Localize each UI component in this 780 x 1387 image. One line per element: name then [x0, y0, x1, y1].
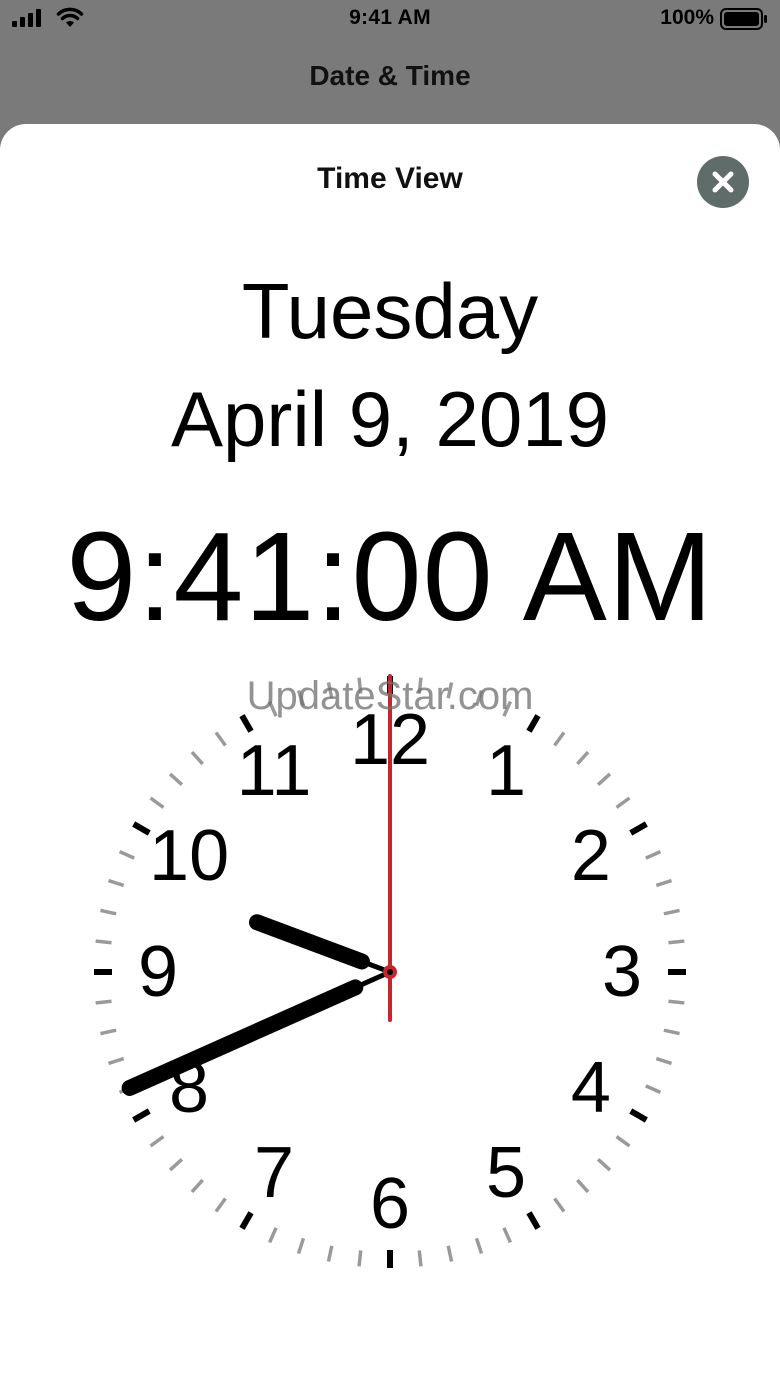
minor-tick — [214, 1197, 227, 1213]
clock-numeral: 2 — [571, 816, 611, 896]
minor-tick — [663, 1028, 680, 1036]
major-tick — [526, 1211, 541, 1230]
analog-clock: 12 1234567891011 — [94, 674, 686, 1268]
nav-title: Date & Time — [309, 60, 471, 91]
minor-tick — [446, 682, 454, 699]
minor-tick — [576, 1178, 590, 1194]
minor-tick — [168, 1158, 184, 1172]
clock-numeral: 6 — [370, 1164, 410, 1244]
minor-tick — [107, 1056, 125, 1066]
minor-tick — [214, 731, 227, 747]
minor-tick — [168, 772, 184, 786]
minor-tick — [107, 878, 125, 888]
minor-tick — [118, 850, 135, 860]
major-tick — [629, 1108, 648, 1123]
minor-tick — [95, 999, 112, 1005]
minor-tick — [645, 850, 662, 860]
clock-numeral: 1 — [486, 731, 526, 811]
minor-tick — [596, 1158, 612, 1172]
minor-tick — [502, 700, 512, 717]
clock-numeral: 4 — [571, 1048, 611, 1128]
minor-tick — [326, 682, 334, 699]
clock-numeral: 3 — [602, 932, 642, 1012]
minor-tick — [576, 750, 590, 766]
status-bar: 9:41 AM 100% — [0, 0, 780, 40]
minor-tick — [296, 1237, 306, 1255]
minor-tick — [446, 1245, 454, 1262]
minor-tick — [645, 1084, 662, 1094]
screen: 9:41 AM 100% Date & Time Time View Tuesd… — [0, 0, 780, 1387]
hour-hand — [248, 914, 370, 970]
minor-tick — [668, 999, 685, 1005]
minor-tick — [553, 1197, 566, 1213]
minor-tick — [668, 939, 685, 945]
minor-tick — [474, 1237, 484, 1255]
minor-tick — [296, 689, 306, 707]
minor-tick — [268, 1227, 278, 1244]
minor-tick — [100, 908, 117, 916]
minor-tick — [326, 1245, 334, 1262]
minor-tick — [190, 750, 204, 766]
clock-numeral: 5 — [486, 1133, 526, 1213]
major-tick — [132, 821, 151, 836]
minor-tick — [100, 1028, 117, 1036]
major-tick — [239, 1211, 254, 1230]
minor-tick — [268, 700, 278, 717]
major-tick — [526, 714, 541, 733]
clock-numeral: 9 — [138, 932, 178, 1012]
clock-numeral: 7 — [254, 1133, 294, 1213]
minor-tick — [502, 1227, 512, 1244]
clock-numeral: 11 — [237, 731, 312, 811]
minor-tick — [553, 731, 566, 747]
minor-tick — [417, 1250, 423, 1267]
minor-tick — [655, 1056, 673, 1066]
major-tick — [239, 714, 254, 733]
major-tick — [629, 821, 648, 836]
minor-tick — [190, 1178, 204, 1194]
minor-tick — [474, 689, 484, 707]
minor-tick — [357, 677, 363, 694]
minor-tick — [95, 939, 112, 945]
battery-percent: 100% — [660, 6, 714, 29]
battery-icon — [720, 8, 767, 30]
clock-numeral: 10 — [149, 816, 229, 896]
minor-tick — [596, 772, 612, 786]
minor-tick — [149, 1135, 165, 1148]
minor-tick — [357, 1250, 363, 1267]
time-view-sheet: Time View Tuesday April 9, 2019 9:41:00 … — [0, 124, 780, 1387]
minor-tick — [615, 1135, 631, 1148]
minor-tick — [615, 796, 631, 809]
major-tick — [132, 1108, 151, 1123]
minor-tick — [417, 677, 423, 694]
minor-tick — [149, 796, 165, 809]
clock-center-pin — [387, 969, 393, 975]
minor-tick — [655, 878, 673, 888]
minor-tick — [663, 908, 680, 916]
